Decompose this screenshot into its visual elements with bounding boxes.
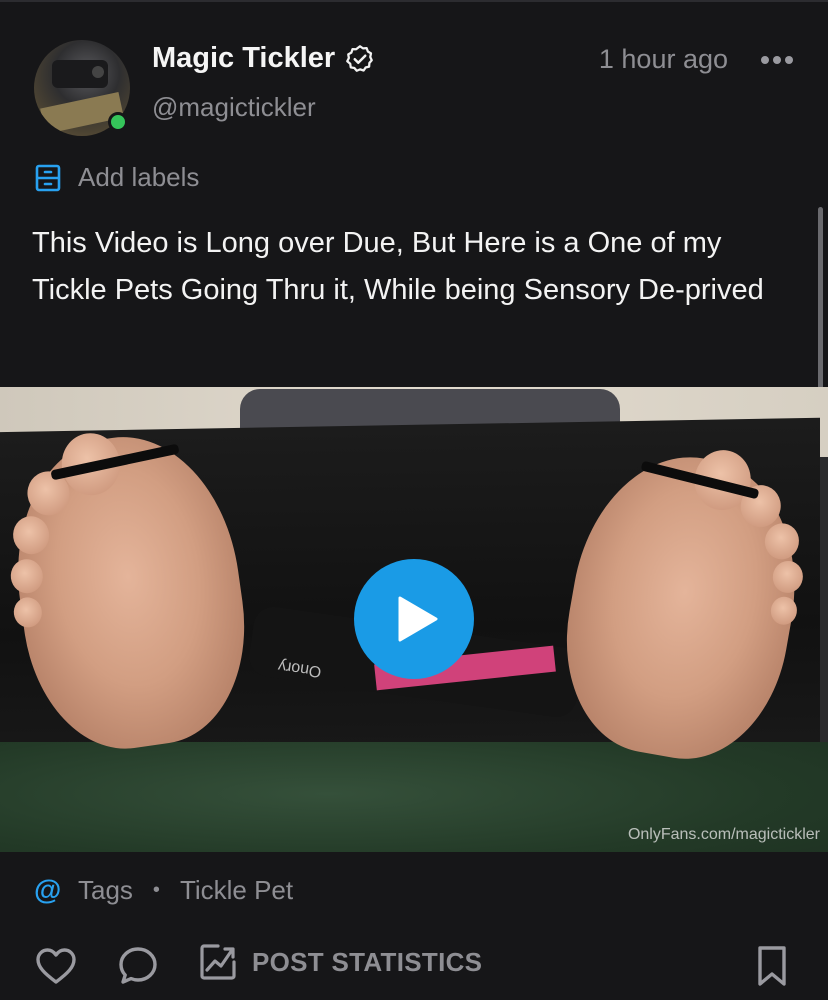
- author-handle[interactable]: @magictickler: [152, 92, 316, 123]
- post-actions: POST STATISTICS: [34, 942, 794, 986]
- at-icon: @: [34, 874, 62, 905]
- add-labels-button[interactable]: Add labels: [34, 162, 199, 193]
- post-text: This Video is Long over Due, But Here is…: [32, 227, 764, 306]
- labels-icon: [35, 164, 61, 191]
- comment-icon[interactable]: [116, 944, 160, 988]
- author-name[interactable]: Magic Tickler: [152, 42, 335, 75]
- bookmark-icon[interactable]: [750, 944, 794, 988]
- post-card: Magic Tickler @magictickler 1 hour ago A…: [0, 0, 828, 1000]
- add-labels-label: Add labels: [78, 162, 200, 192]
- online-status-dot: [108, 112, 128, 132]
- post-timestamp[interactable]: 1 hour ago: [599, 44, 728, 75]
- post-statistics-button[interactable]: POST STATISTICS: [198, 942, 482, 982]
- video-preview[interactable]: Onory OnlyFans.com/magictickler: [0, 387, 828, 852]
- author-name-row: Magic Tickler: [152, 42, 375, 75]
- avatar-detail: [92, 66, 104, 78]
- post-header: Magic Tickler @magictickler 1 hour ago: [34, 38, 808, 138]
- play-button[interactable]: [354, 559, 474, 679]
- tags-label: Tags: [78, 874, 133, 905]
- media-watermark: OnlyFans.com/magictickler: [627, 826, 820, 843]
- like-icon[interactable]: [34, 944, 78, 988]
- tags-row: @ Tags • Tickle Pet: [34, 874, 293, 906]
- more-icon[interactable]: [760, 54, 794, 66]
- separator-dot: •: [152, 878, 160, 901]
- post-statistics-label: POST STATISTICS: [252, 946, 483, 977]
- verified-icon: [346, 44, 374, 72]
- tag-item[interactable]: Tickle Pet: [180, 875, 293, 906]
- stats-icon: [200, 944, 236, 980]
- play-icon: [398, 596, 438, 642]
